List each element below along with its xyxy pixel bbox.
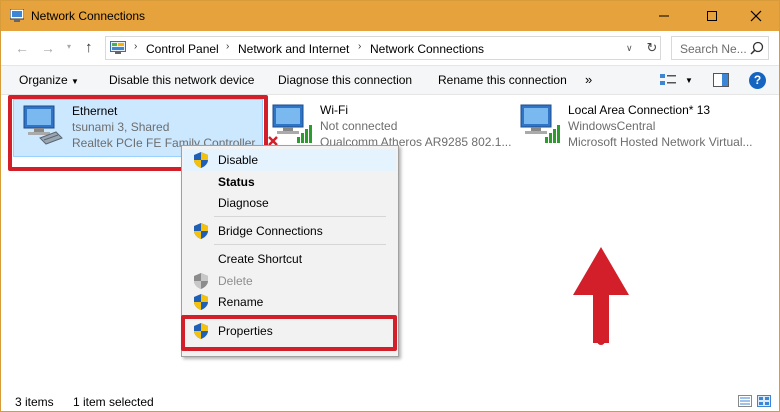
recent-locations-chevron-icon[interactable]: ▾ xyxy=(67,42,71,51)
connection-status: Not connected xyxy=(320,119,398,133)
rename-connection-button[interactable]: Rename this connection xyxy=(438,73,567,87)
menu-item-bridge-connections[interactable]: Bridge Connections xyxy=(184,220,396,242)
menu-item-label: Create Shortcut xyxy=(218,252,303,266)
menu-item-diagnose[interactable]: Diagnose xyxy=(184,192,396,214)
search-input[interactable]: Search Ne... xyxy=(671,36,769,60)
menu-item-label: Bridge Connections xyxy=(218,224,323,238)
search-icon[interactable] xyxy=(750,41,764,55)
command-bar: Organize ▼ Disable this network device D… xyxy=(1,65,779,95)
explorer-window: Network Connections ← → ▾ ↑ › Control Pa… xyxy=(0,0,780,412)
organize-button[interactable]: Organize xyxy=(19,73,68,87)
large-icons-view-icon[interactable] xyxy=(757,395,771,407)
red-arrow-annotation xyxy=(573,247,629,345)
breadcrumb-network-connections[interactable]: Network Connections xyxy=(370,42,484,56)
menu-item-label: Status xyxy=(218,175,255,189)
breadcrumb-network-and-internet[interactable]: Network and Internet xyxy=(238,42,349,56)
up-arrow-icon[interactable]: ↑ xyxy=(85,39,93,56)
window-title: Network Connections xyxy=(31,9,146,23)
maximize-icon xyxy=(707,11,717,21)
breadcrumb-separator-icon[interactable]: › xyxy=(226,41,229,52)
uac-shield-icon xyxy=(194,294,208,310)
connection-item-local-area[interactable]: Local Area Connection* 13 WindowsCentral… xyxy=(513,99,763,157)
menu-separator xyxy=(214,216,386,217)
close-icon xyxy=(750,10,762,22)
details-view-icon[interactable] xyxy=(738,395,752,407)
change-view-icon[interactable] xyxy=(660,73,676,87)
menu-item-delete[interactable]: Delete xyxy=(184,270,396,292)
menu-item-disable[interactable]: Disable xyxy=(184,149,396,171)
search-placeholder: Search Ne... xyxy=(680,42,747,56)
menu-separator xyxy=(214,244,386,245)
help-icon[interactable]: ? xyxy=(749,72,766,89)
control-panel-icon xyxy=(110,41,126,54)
organize-dropdown-icon[interactable]: ▼ xyxy=(71,77,79,86)
forward-arrow-icon[interactable]: → xyxy=(41,40,55,56)
uac-shield-icon xyxy=(194,273,208,289)
wifi-adapter-icon xyxy=(268,104,312,146)
uac-shield-icon xyxy=(194,152,208,168)
menu-item-label: Rename xyxy=(218,295,264,309)
properties-highlight-box xyxy=(181,315,397,351)
status-bar: 3 items 1 item selected xyxy=(1,385,779,411)
menu-item-label: Delete xyxy=(218,274,253,288)
connection-name: Wi-Fi xyxy=(320,103,348,117)
close-button[interactable] xyxy=(733,1,779,31)
menu-item-label: Diagnose xyxy=(218,196,269,210)
uac-shield-icon xyxy=(194,223,208,239)
refresh-icon[interactable]: ↻ xyxy=(644,40,660,56)
minimize-button[interactable] xyxy=(641,1,687,31)
preview-pane-icon[interactable] xyxy=(713,73,729,87)
hosted-network-adapter-icon xyxy=(520,104,560,143)
menu-item-status[interactable]: Status xyxy=(184,171,396,193)
connection-device: Microsoft Hosted Network Virtual... xyxy=(568,135,753,149)
item-count: 3 items xyxy=(15,395,54,409)
navigation-bar: ← → ▾ ↑ › Control Panel › Network and In… xyxy=(1,31,779,65)
breadcrumb-separator-icon[interactable]: › xyxy=(358,41,361,52)
back-arrow-icon[interactable]: ← xyxy=(15,40,29,56)
breadcrumb-control-panel[interactable]: Control Panel xyxy=(146,42,219,56)
minimize-icon xyxy=(659,15,669,17)
menu-item-label: Disable xyxy=(218,153,259,167)
title-bar[interactable]: Network Connections xyxy=(1,1,779,31)
address-bar[interactable]: › Control Panel › Network and Internet ›… xyxy=(105,36,661,60)
disable-device-button[interactable]: Disable this network device xyxy=(109,73,254,87)
connection-name: Local Area Connection* 13 xyxy=(568,103,711,117)
connection-status: WindowsCentral xyxy=(568,119,656,133)
breadcrumb-separator-icon[interactable]: › xyxy=(134,41,137,52)
maximize-button[interactable] xyxy=(689,1,735,31)
diagnose-connection-button[interactable]: Diagnose this connection xyxy=(278,73,412,87)
view-dropdown-icon[interactable]: ▼ xyxy=(685,76,693,85)
more-commands-button[interactable]: » xyxy=(585,72,592,87)
address-dropdown-chevron-icon[interactable]: ∨ xyxy=(626,43,633,54)
menu-item-create-shortcut[interactable]: Create Shortcut xyxy=(184,248,396,270)
menu-item-rename[interactable]: Rename xyxy=(184,291,396,313)
selection-count: 1 item selected xyxy=(73,395,154,409)
network-connections-icon xyxy=(10,9,24,22)
